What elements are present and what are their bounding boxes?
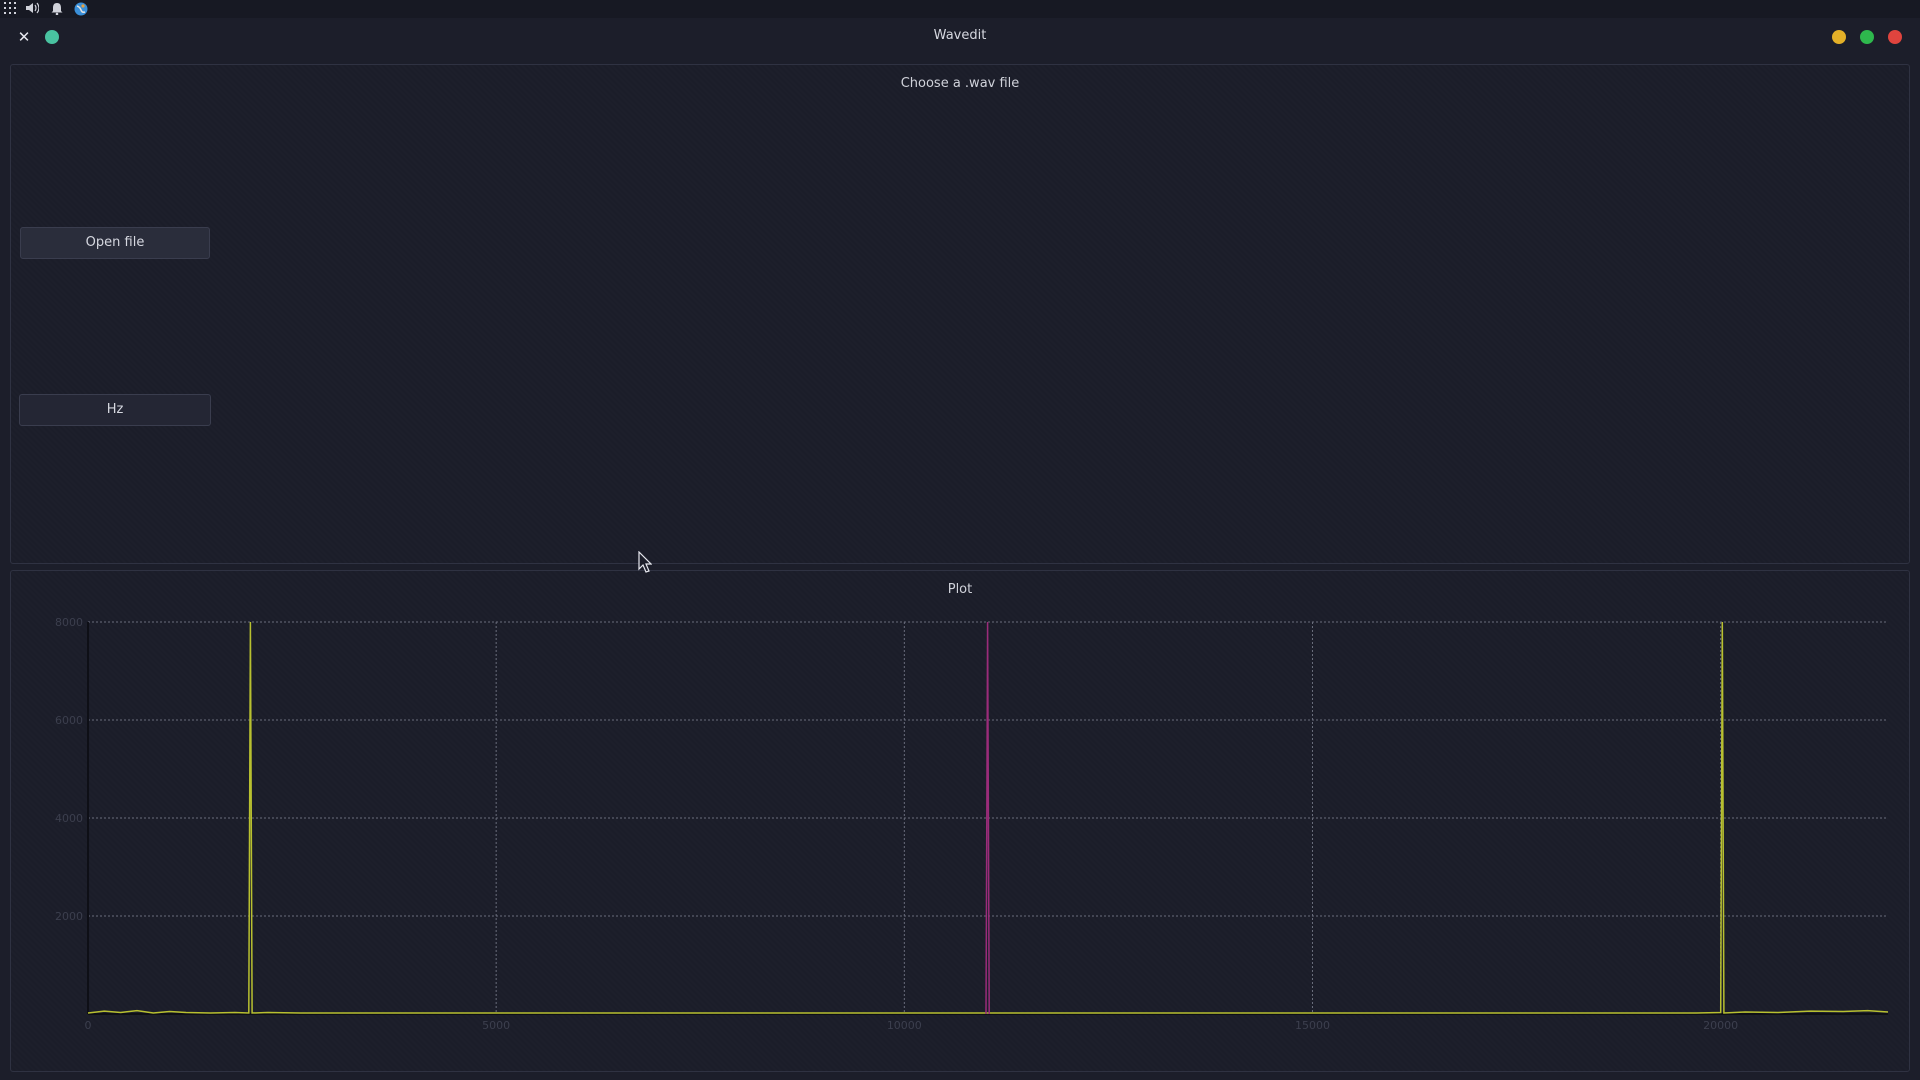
y-tick-label: 8000 bbox=[55, 616, 83, 629]
spectrum-chart: 2000 4000 6000 8000 0 5000 10000 15000 20000 bbox=[55, 616, 1889, 1032]
series-line-1 bbox=[985, 621, 990, 1015]
x-tick-label: 20000 bbox=[1703, 1019, 1738, 1032]
x-tick-label: 0 bbox=[85, 1019, 92, 1032]
x-tick-label: 15000 bbox=[1295, 1019, 1330, 1032]
y-tick-label: 2000 bbox=[55, 910, 83, 923]
y-tick-label: 4000 bbox=[55, 812, 83, 825]
x-tick-label: 10000 bbox=[887, 1019, 922, 1032]
mouse-cursor-icon bbox=[638, 550, 653, 577]
y-tick-label: 6000 bbox=[55, 714, 83, 727]
x-tick-label: 5000 bbox=[482, 1019, 510, 1032]
